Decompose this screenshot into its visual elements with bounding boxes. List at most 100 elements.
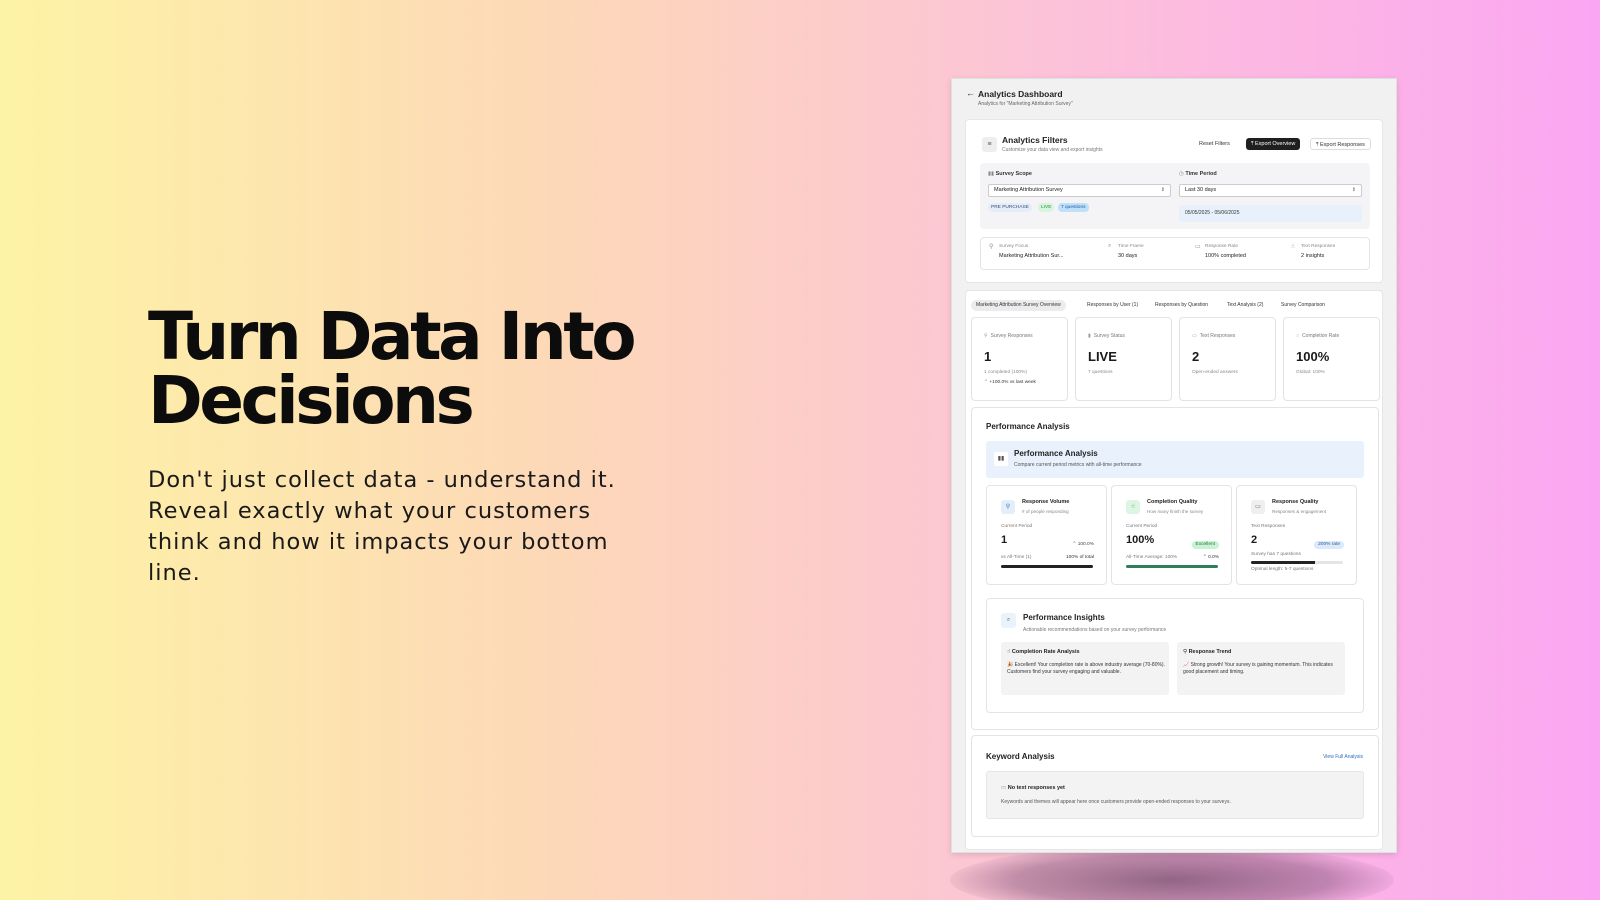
metric-period-label: Text Responses bbox=[1251, 524, 1286, 529]
survey-scope-select[interactable]: Marketing Attribution Survey ⇕ bbox=[988, 184, 1171, 197]
summary-value: 30 days bbox=[1118, 253, 1138, 259]
stat-label: ⚲ Survey Responses bbox=[984, 333, 1033, 339]
insight-title-text: Completion Rate Analysis bbox=[1011, 649, 1080, 655]
message-icon: ▭ bbox=[1192, 333, 1197, 339]
banner-title: Performance Analysis bbox=[1014, 449, 1098, 458]
metric-bottom-right-text: 0.0% bbox=[1208, 555, 1219, 560]
stat-label: ☝ Completion Rate bbox=[1296, 333, 1339, 339]
message-icon: ▭ bbox=[1001, 785, 1007, 791]
user-icon: ⚲ bbox=[1001, 500, 1015, 514]
stat-label-text: Survey Status bbox=[1093, 333, 1125, 339]
time-period-label: ◷ Time Period bbox=[1179, 171, 1217, 177]
back-arrow-icon[interactable]: ← bbox=[966, 88, 975, 98]
filter-summary: ⚲ Survey Focus Marketing Attribution Sur… bbox=[980, 237, 1370, 270]
stat-note: Open-ended answers bbox=[1192, 370, 1238, 375]
performance-insights: ⌕ Performance Insights Actionable recomm… bbox=[986, 598, 1364, 713]
insight-title: ⚲ Response Trend bbox=[1183, 649, 1231, 655]
thumbs-up-icon: ☝ bbox=[1126, 500, 1140, 514]
stat-label: ▭ Text Responses bbox=[1192, 333, 1235, 339]
tab-text-analysis[interactable]: Text Analysis (2) bbox=[1222, 300, 1268, 311]
insight-title: ☝ Completion Rate Analysis bbox=[1007, 649, 1080, 655]
metric-subtitle: # of people responding bbox=[1022, 509, 1069, 514]
trend-up-icon: ⌃ bbox=[1072, 542, 1077, 547]
summary-key: Survey Focus bbox=[999, 244, 1029, 249]
stat-note: Global: 100% bbox=[1296, 370, 1325, 375]
stat-label-text: Text Responses bbox=[1199, 333, 1236, 339]
thumbs-up-icon: ☝ bbox=[1296, 333, 1300, 339]
empty-subtitle: Keywords and themes will appear here onc… bbox=[1001, 799, 1231, 805]
stat-value: 1 bbox=[984, 349, 992, 364]
insight-title-text: Response Trend bbox=[1188, 649, 1232, 655]
metric-progress-fill bbox=[1126, 565, 1218, 568]
insight-body: 🎉 Excellent! Your completion rate is abo… bbox=[1007, 662, 1165, 675]
tab-responses-by-question[interactable]: Responses by Question bbox=[1150, 300, 1213, 311]
summary-value: 100% completed bbox=[1205, 253, 1246, 259]
hero-title-line2: Decisions bbox=[148, 362, 475, 439]
insights-title: Performance Insights bbox=[1023, 613, 1105, 622]
metric-period-label: Current Period bbox=[1126, 524, 1158, 529]
metric-response-volume: ⚲ Response Volume # of people responding… bbox=[986, 485, 1107, 585]
summary-value: 2 insights bbox=[1301, 253, 1325, 259]
tab-survey-comparison[interactable]: Survey Comparison bbox=[1276, 300, 1330, 311]
tab-responses-by-user[interactable]: Responses by User (1) bbox=[1082, 300, 1143, 311]
bar-chart-icon: ▮▮ bbox=[994, 452, 1008, 466]
stat-value: 2 bbox=[1192, 349, 1200, 364]
insights-subtitle: Actionable recommendations based on your… bbox=[1023, 627, 1167, 633]
summary-value: Marketing Attribution Sur... bbox=[999, 253, 1064, 259]
export-responses-label: Export Responses bbox=[1319, 142, 1365, 148]
metric-change: ⌃ 100.0% bbox=[1072, 542, 1094, 547]
metric-value: 1 bbox=[1001, 534, 1008, 546]
metric-progress-bar bbox=[1001, 565, 1093, 568]
view-full-analysis-link[interactable]: View Full Analysis bbox=[1323, 754, 1363, 760]
metric-progress-fill bbox=[1001, 565, 1093, 568]
screenshot-shadow bbox=[950, 845, 1394, 900]
dashboard-subtitle: Analytics for "Marketing Attribution Sur… bbox=[978, 101, 1073, 107]
reset-filters-button[interactable]: Reset Filters bbox=[1194, 138, 1235, 150]
time-period-value: Last 30 days bbox=[1185, 187, 1217, 193]
metric-bottom-right: 100% of total bbox=[1065, 555, 1094, 560]
filter-icon: ≡ bbox=[982, 137, 997, 152]
metric-progress-fill bbox=[1251, 561, 1316, 564]
banner-subtitle: Compare current period metrics with all-… bbox=[1014, 462, 1142, 468]
rate-badge: 200% rate bbox=[1314, 541, 1344, 549]
search-icon: ⌕ bbox=[1108, 243, 1112, 249]
insight-completion-rate: ☝ Completion Rate Analysis 🎉 Excellent! … bbox=[1001, 642, 1169, 695]
filters-title: Analytics Filters bbox=[1002, 135, 1068, 145]
summary-key: Text Responses bbox=[1301, 244, 1336, 249]
stat-label-text: Completion Rate bbox=[1302, 333, 1340, 339]
metric-change-text: 100.0% bbox=[1077, 542, 1094, 547]
performance-heading: Performance Analysis bbox=[986, 422, 1070, 431]
tag-live: LIVE bbox=[1038, 203, 1055, 212]
time-period-label-text: Time Period bbox=[1185, 171, 1217, 177]
metric-value: 2 bbox=[1251, 534, 1258, 546]
trend-up-icon: ⌃ bbox=[984, 380, 989, 385]
bar-chart-icon: ▮ bbox=[1088, 333, 1091, 339]
excellent-badge: Excellent bbox=[1191, 541, 1219, 549]
performance-analysis-section: Performance Analysis ▮▮ Performance Anal… bbox=[971, 407, 1379, 730]
filters-subtitle: Customize your data view and export insi… bbox=[1002, 147, 1103, 153]
stat-trend: ⌃ +100.0% vs last week bbox=[984, 380, 1036, 385]
export-overview-button[interactable]: ⤒ Export Overview bbox=[1246, 138, 1301, 150]
tab-overview[interactable]: Marketing Attribution Survey Overview bbox=[971, 300, 1066, 311]
dashboard-screenshot: ← Analytics Dashboard Analytics for "Mar… bbox=[951, 78, 1397, 853]
metric-bottom-right: ⌃ 0.0% bbox=[1203, 555, 1219, 560]
metric-bottom-left: vs All-Time (1) bbox=[1001, 555, 1032, 560]
export-responses-button[interactable]: ⤒ Export Responses bbox=[1310, 138, 1371, 150]
message-icon: ▭ bbox=[1195, 244, 1201, 250]
metric-subtitle: How many finish the survey bbox=[1147, 509, 1204, 514]
stat-trend-text: +100.0% vs last week bbox=[989, 380, 1036, 385]
chart-icon: ▮▮ bbox=[988, 171, 995, 177]
stat-survey-status: ▮ Survey Status LIVE 7 questions bbox=[1075, 317, 1172, 401]
metric-subtitle: Responses & engagement bbox=[1272, 509, 1327, 514]
chevron-updown-icon: ⇕ bbox=[1160, 187, 1165, 193]
summary-time-frame: ⌕ Time Frame 30 days bbox=[1108, 243, 1144, 259]
stat-text-responses: ▭ Text Responses 2 Open-ended answers bbox=[1179, 317, 1276, 401]
survey-scope-label: ▮▮ Survey Scope bbox=[988, 171, 1032, 177]
thumbs-up-icon: ☝ bbox=[1291, 244, 1295, 250]
summary-text-responses: ☝ Text Responses 2 insights bbox=[1291, 244, 1335, 259]
metric-bottom-left: All-Time Average: 100% bbox=[1126, 555, 1178, 560]
metric-title: Completion Quality bbox=[1147, 499, 1198, 505]
metric-value: 100% bbox=[1126, 534, 1155, 546]
time-period-select[interactable]: Last 30 days ⇕ bbox=[1179, 184, 1362, 197]
user-icon: ⚲ bbox=[989, 244, 994, 250]
